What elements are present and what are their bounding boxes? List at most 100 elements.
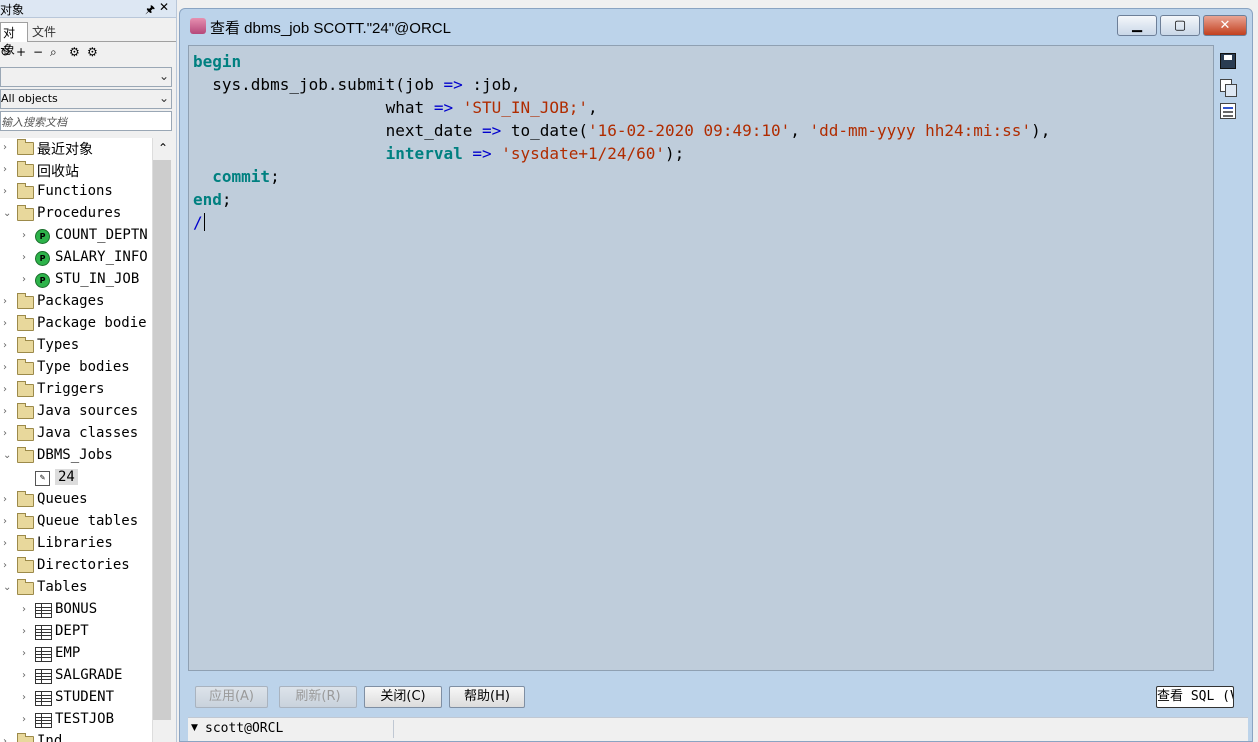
tree-item[interactable]: › P STU_IN_JOB <box>0 270 152 292</box>
user-select[interactable]: ⌄ <box>0 67 172 87</box>
add-icon[interactable]: + <box>16 45 26 59</box>
tree-item[interactable]: › Queue tables <box>0 512 152 534</box>
find-icon[interactable]: ⌕ <box>50 45 57 60</box>
tree-item[interactable]: ✎ 24 <box>0 468 152 490</box>
tree-item[interactable]: › TESTJOB <box>0 710 152 732</box>
tree-item-label: STU_IN_JOB <box>55 271 140 287</box>
tree-item[interactable]: › Packages <box>0 292 152 314</box>
tree-scrollbar[interactable]: ⌃ <box>152 138 172 742</box>
expand-icon[interactable]: › <box>22 274 26 285</box>
tree-item[interactable]: › P COUNT_DEPTN <box>0 226 152 248</box>
expand-icon[interactable]: › <box>3 384 7 395</box>
apply-button[interactable]: 应用(A) <box>195 686 268 708</box>
code-text-fragment: ), <box>1031 121 1051 140</box>
expand-icon[interactable]: › <box>3 340 7 351</box>
code-editor[interactable]: begin sys.dbms_job.submit(job => :job, w… <box>188 45 1214 671</box>
tree-item[interactable]: › Types <box>0 336 152 358</box>
tree-item[interactable]: › 回收站 <box>0 160 152 182</box>
properties-icon[interactable] <box>1220 103 1236 119</box>
maximize-button[interactable]: ▢ <box>1160 15 1200 36</box>
folder-icon <box>17 359 34 375</box>
tab-objects[interactable]: 对象 <box>0 22 28 57</box>
folder-icon <box>17 337 34 353</box>
tree-item[interactable]: › EMP <box>0 644 152 666</box>
expand-icon[interactable]: › <box>3 736 7 742</box>
expand-icon[interactable]: › <box>3 538 7 549</box>
expand-icon[interactable]: › <box>3 428 7 439</box>
expand-icon[interactable]: › <box>3 362 7 373</box>
tree-item[interactable]: › Java sources <box>0 402 152 424</box>
expand-icon[interactable]: › <box>22 670 26 681</box>
tree-item[interactable]: › Libraries <box>0 534 152 556</box>
expand-icon[interactable]: › <box>3 164 7 175</box>
expand-icon[interactable]: › <box>3 142 7 153</box>
tree-item[interactable]: › DEPT <box>0 622 152 644</box>
collapse-icon[interactable]: ⌄ <box>3 208 11 219</box>
expand-icon[interactable]: › <box>22 252 26 263</box>
refresh-icon[interactable]: ↻ <box>0 45 10 59</box>
expand-icon[interactable]: › <box>3 318 7 329</box>
tree-item[interactable]: › Java classes <box>0 424 152 446</box>
tree-item[interactable]: › Directories <box>0 556 152 578</box>
tree-item[interactable]: › Triggers <box>0 380 152 402</box>
tree-item[interactable]: › Ind <box>0 732 152 742</box>
filter-icon[interactable]: ⚙ <box>69 45 80 59</box>
window-titlebar[interactable]: 查看 dbms_job SCOTT."24"@ORCL ▁ ▢ ✕ <box>180 9 1252 43</box>
expand-icon[interactable]: › <box>3 560 7 571</box>
code-text-fragment: what <box>193 98 434 117</box>
filter-edit-icon[interactable]: ⚙ <box>87 45 98 59</box>
expand-icon[interactable]: › <box>22 626 26 637</box>
panel-tabs: 对象 文件 <box>0 20 176 57</box>
expand-icon[interactable]: › <box>22 648 26 659</box>
tree-item[interactable]: › Functions <box>0 182 152 204</box>
copy-icon[interactable] <box>1220 79 1237 97</box>
remove-icon[interactable]: − <box>33 45 43 59</box>
refresh-button[interactable]: 刷新(R) <box>279 686 357 708</box>
code-text[interactable]: begin sys.dbms_job.submit(job => :job, w… <box>193 50 1050 234</box>
expand-icon[interactable]: › <box>3 186 7 197</box>
expand-icon[interactable]: › <box>3 494 7 505</box>
close-icon[interactable]: ✕ <box>159 0 169 14</box>
expand-icon[interactable]: › <box>22 604 26 615</box>
collapse-icon[interactable]: ⌄ <box>3 582 11 593</box>
expand-icon[interactable]: › <box>3 296 7 307</box>
expand-icon[interactable]: › <box>3 406 7 417</box>
save-icon[interactable] <box>1220 53 1236 69</box>
tree-item[interactable]: › BONUS <box>0 600 152 622</box>
connection-label[interactable]: scott@ORCL <box>205 721 283 736</box>
tree-item-label: 24 <box>55 469 78 485</box>
tree-item[interactable]: ⌄ Procedures <box>0 204 152 226</box>
table-icon <box>35 691 52 706</box>
collapse-icon[interactable]: ⌄ <box>3 450 11 461</box>
close-window-button[interactable]: ✕ <box>1203 15 1247 36</box>
help-button[interactable]: 帮助(H) <box>449 686 525 708</box>
procedure-icon: P <box>35 273 50 288</box>
view-sql-button[interactable]: 查看 SQL (V) <box>1156 686 1234 708</box>
search-input[interactable]: 输入搜索文档 <box>0 111 172 131</box>
connection-dropdown-icon[interactable]: ▼ <box>191 723 198 733</box>
scroll-up-icon[interactable]: ⌃ <box>153 138 173 158</box>
expand-icon[interactable]: › <box>22 230 26 241</box>
expand-icon[interactable]: › <box>22 692 26 703</box>
tree-item[interactable]: › Queues <box>0 490 152 512</box>
object-filter-select[interactable]: All objects ⌄ <box>0 89 172 109</box>
tree-item[interactable]: ⌄ DBMS_Jobs <box>0 446 152 468</box>
procedure-icon: P <box>35 251 50 266</box>
tree-item-label: SALARY_INFO <box>55 249 148 265</box>
tree-item[interactable]: ⌄ Tables <box>0 578 152 600</box>
minimize-button[interactable]: ▁ <box>1117 15 1157 36</box>
close-button[interactable]: 关闭(C) <box>364 686 442 708</box>
tab-files[interactable]: 文件 <box>30 22 58 42</box>
expand-icon[interactable]: › <box>22 714 26 725</box>
tree-item[interactable]: › Type bodies <box>0 358 152 380</box>
scroll-thumb[interactable] <box>153 160 171 720</box>
tree-item[interactable]: › SALGRADE <box>0 666 152 688</box>
expand-icon[interactable]: › <box>3 516 7 527</box>
tree-item[interactable]: › Package bodie <box>0 314 152 336</box>
tree-item[interactable]: › STUDENT <box>0 688 152 710</box>
pin-icon[interactable]: 🖈 <box>145 1 155 20</box>
code-text-fragment <box>193 144 386 163</box>
tree-item[interactable]: › 最近对象 <box>0 138 152 160</box>
tree-item[interactable]: › P SALARY_INFO <box>0 248 152 270</box>
tree-item-label: COUNT_DEPTN <box>55 227 148 243</box>
